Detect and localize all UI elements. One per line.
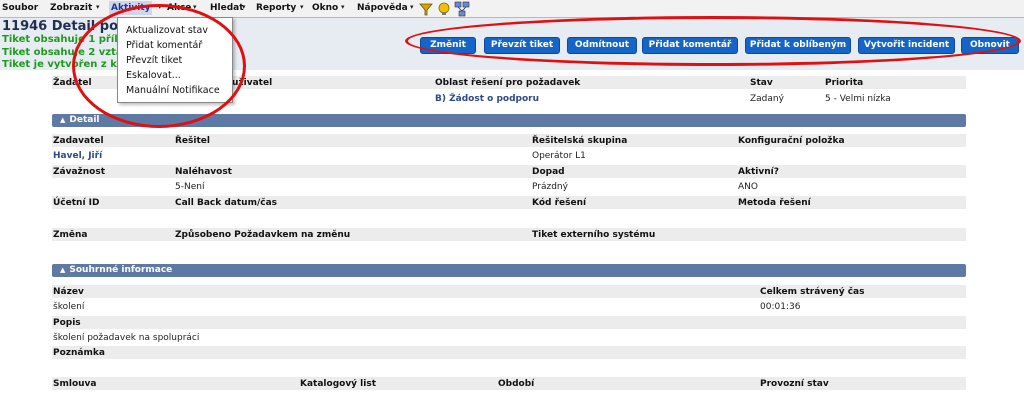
field-label: Celkem strávený čas [760, 287, 865, 297]
field-label: uživatel [232, 78, 273, 88]
field-label: Zadavatel [53, 136, 104, 146]
network-icon[interactable] [454, 1, 470, 17]
chevron-down-icon: ▾ [341, 3, 345, 11]
ticket-message[interactable]: Tiket obsahuje 2 vzta [2, 47, 123, 58]
field-label: Tiket externího systému [532, 230, 656, 240]
field-label: Způsobeno Požadavkem na změnu [175, 230, 351, 240]
create-incident-button[interactable]: Vytvořit incident [858, 37, 955, 54]
field-label: Oblast řešení pro požadavek [435, 78, 581, 88]
ticket-message[interactable]: Tiket obsahuje 1 přílo [2, 34, 125, 45]
menu-napoveda[interactable]: Nápověda [357, 3, 408, 13]
field-value: Operátor L1 [532, 151, 586, 161]
field-value: Zadaný [750, 94, 784, 104]
menu-soubor[interactable]: Soubor [2, 3, 38, 13]
field-label: Priorita [825, 78, 864, 88]
field-label: Účetní ID [53, 198, 100, 208]
collapse-triangle-icon: ▲ [60, 266, 66, 274]
reject-button[interactable]: Odmítnout [567, 37, 637, 54]
lightbulb-icon[interactable] [436, 1, 452, 17]
aktivity-dropdown-menu: Aktualizovat stav Přidat komentář Převzí… [117, 17, 233, 103]
dropdown-item-manual-notification[interactable]: Manuální Notifikace [126, 85, 220, 96]
menu-aktivity[interactable]: Aktivity [109, 1, 153, 15]
field-label: Katalogový list [300, 379, 377, 389]
field-label: Řešitelská skupina [532, 136, 628, 146]
filter-icon[interactable] [418, 1, 434, 17]
field-value: 5-Není [175, 182, 205, 192]
field-label: Žadatel [53, 78, 92, 88]
field-label: Provozní stav [760, 379, 829, 389]
field-label: Call Back datum/čas [175, 198, 278, 208]
field-label: Metoda řešení [738, 198, 811, 208]
field-label: Naléhavost [175, 167, 232, 177]
field-label: Stav [750, 78, 773, 88]
refresh-button[interactable]: Obnovit [961, 37, 1019, 54]
page-title: 11946 Detail poža [2, 19, 135, 34]
dropdown-item-add-comment[interactable]: Přidat komentář [126, 40, 202, 51]
field-label: Smlouva [53, 379, 97, 389]
field-label: Období [498, 379, 535, 389]
field-label: Závažnost [53, 167, 106, 177]
section-header-summary[interactable]: ▲ Souhrnné informace [52, 264, 966, 277]
field-value: školení [53, 302, 85, 312]
chevron-down-icon: ▾ [410, 3, 414, 11]
field-value: 00:01:36 [760, 302, 801, 312]
menu-reporty[interactable]: Reporty [256, 3, 296, 13]
field-label: Dopad [532, 167, 565, 177]
menu-bar: Soubor Zobrazit Aktivity Akce Hledat Rep… [0, 0, 1024, 18]
dropdown-item-update-status[interactable]: Aktualizovat stav [126, 25, 208, 36]
chevron-down-icon: ▾ [158, 3, 162, 11]
section-title: Souhrnné informace [69, 265, 173, 275]
chevron-down-icon: ▾ [96, 3, 100, 11]
field-label: Kód řešení [532, 198, 587, 208]
menu-hledat[interactable]: Hledat [210, 3, 244, 13]
field-value: 5 - Velmi nízka [825, 94, 891, 104]
dropdown-item-escalate[interactable]: Eskalovat... [126, 70, 181, 81]
chevron-down-icon: ▾ [242, 3, 246, 11]
change-button[interactable]: Změnit [420, 37, 476, 54]
field-value[interactable]: Havel, Jiří [53, 151, 102, 161]
field-value: Prázdný [532, 182, 568, 192]
menu-zobrazit[interactable]: Zobrazit [50, 3, 92, 13]
summary-row [52, 346, 966, 359]
field-label: Aktivní? [738, 167, 779, 177]
menu-okno[interactable]: Okno [312, 3, 338, 13]
field-label: Popis [53, 318, 81, 328]
ticket-message[interactable]: Tiket je vytvořen z ko [2, 59, 123, 70]
add-favorite-button[interactable]: Přidat k oblíbeným [745, 37, 851, 54]
field-label: Konfigurační položka [738, 136, 845, 146]
take-ticket-button[interactable]: Převzít tiket [484, 37, 560, 54]
field-value: školení požadavek na spolupráci [53, 333, 200, 343]
collapse-triangle-icon: ▲ [60, 116, 66, 124]
field-label: Název [53, 287, 84, 297]
summary-row [52, 316, 966, 329]
section-header-detail[interactable]: ▲ Detail [52, 114, 966, 127]
section-title: Detail [69, 115, 100, 125]
dropdown-item-take-ticket[interactable]: Převzít tiket [126, 55, 182, 66]
chevron-down-icon: ▾ [193, 3, 197, 11]
field-value[interactable]: B) Žádost o podporu [435, 94, 539, 104]
menu-akce[interactable]: Akce [167, 3, 191, 13]
add-comment-button[interactable]: Přidat komentář [642, 37, 738, 54]
field-value: ANO [738, 182, 758, 192]
field-label: Řešitel [175, 136, 210, 146]
field-label: Poznámka [53, 348, 105, 358]
chevron-down-icon: ▾ [300, 3, 304, 11]
field-label: Změna [53, 230, 88, 240]
